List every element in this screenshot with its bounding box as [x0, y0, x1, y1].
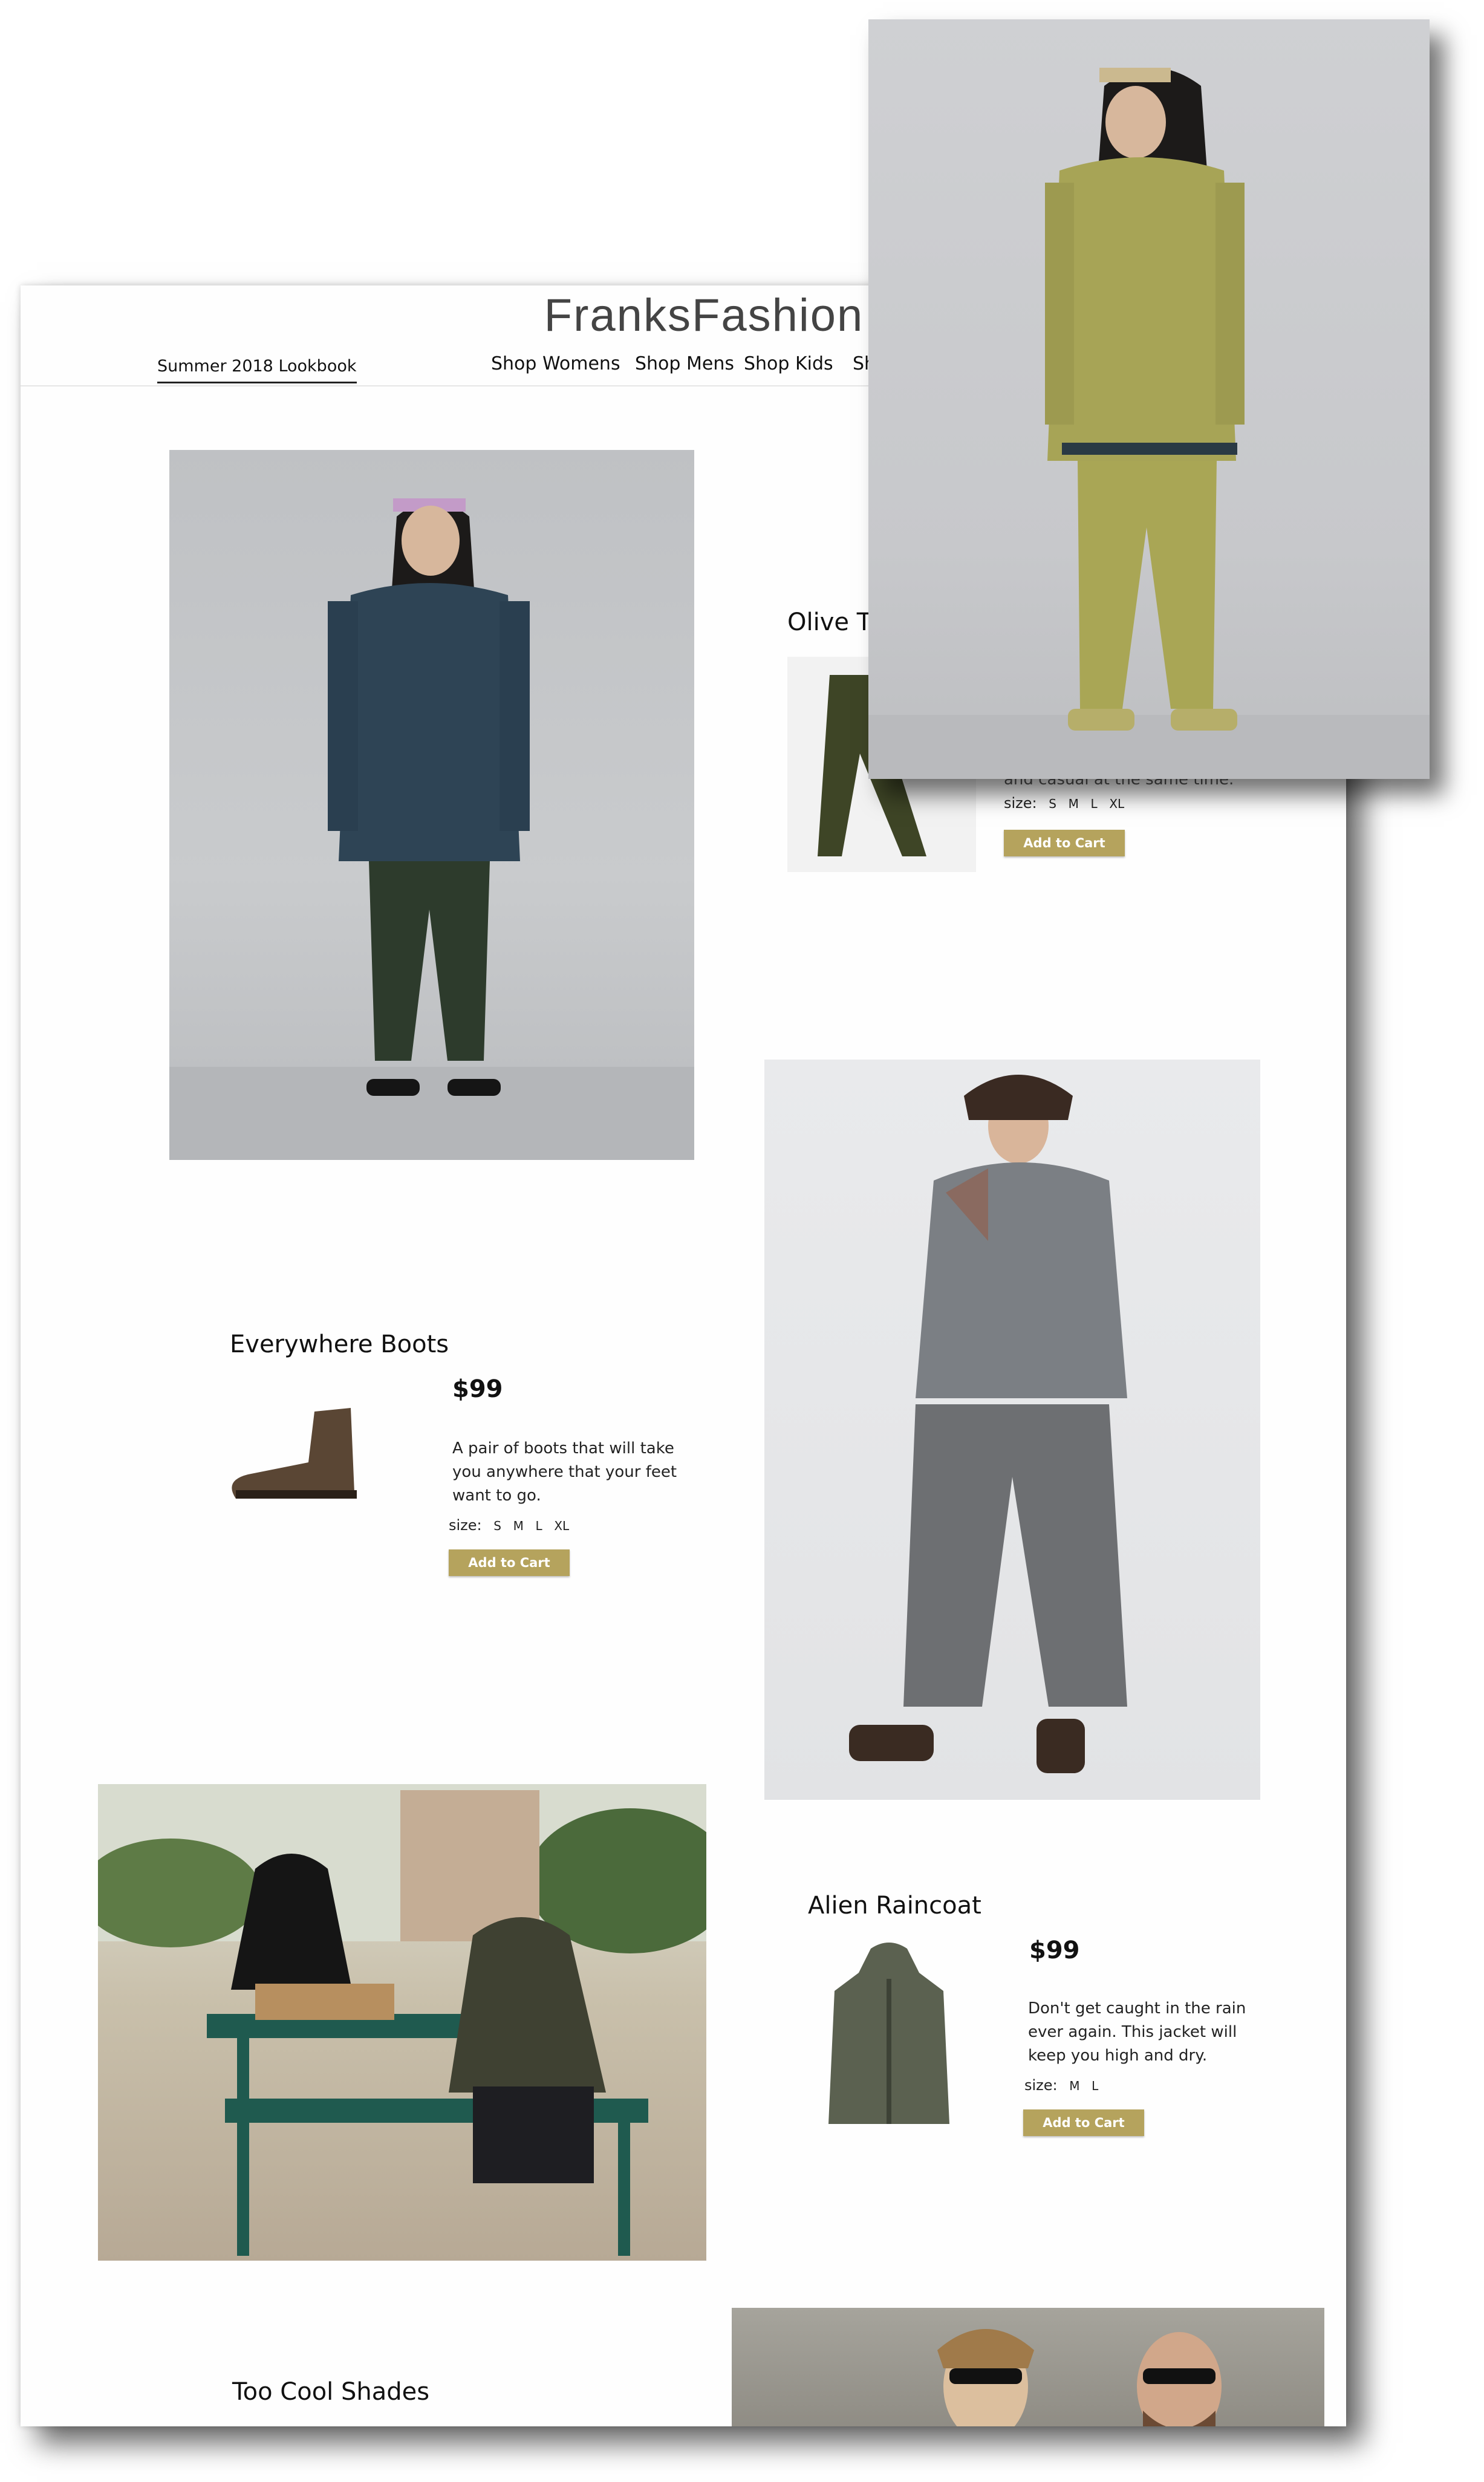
size-label: size: — [449, 1517, 482, 1534]
desc-line: you anywhere that your feet — [452, 1463, 677, 1481]
desc-line: Don't get caught in the rain — [1028, 1999, 1246, 2018]
product-price-raincoat: $99 — [1029, 1936, 1080, 1964]
product-title-shades[interactable]: Too Cool Shades — [232, 2378, 429, 2406]
product-desc-boots: A pair of boots that will take you anywh… — [452, 1437, 677, 1508]
size-option-m[interactable]: M — [513, 1519, 524, 1533]
product-thumb-raincoat[interactable] — [828, 1943, 949, 2145]
product-title-raincoat[interactable]: Alien Raincoat — [808, 1892, 981, 1920]
model-figure-puffer — [849, 1075, 1127, 1773]
product-price-boots: $99 — [452, 1375, 503, 1403]
product-thumb-boots[interactable] — [224, 1399, 364, 1512]
add-to-cart-button-olive[interactable]: Add to Cart — [1004, 830, 1125, 856]
product-title-boots[interactable]: Everywhere Boots — [230, 1331, 449, 1358]
size-option-m[interactable]: M — [1069, 2079, 1079, 2093]
add-to-cart-button-raincoat[interactable]: Add to Cart — [1023, 2109, 1144, 2136]
size-option-xl[interactable]: XL — [1109, 796, 1124, 811]
desc-line: keep you high and dry. — [1028, 2047, 1208, 2065]
site-logo[interactable]: FranksFashion — [516, 289, 891, 342]
nav-summer-lookbook[interactable]: Summer 2018 Lookbook — [157, 357, 357, 383]
desc-line: want to go. — [452, 1487, 541, 1505]
boot-image — [232, 1408, 357, 1499]
product-title-olive[interactable]: Olive Tr — [787, 608, 878, 636]
nav-shop-mens[interactable]: Shop Mens — [635, 353, 734, 374]
bench-scene — [98, 1784, 706, 2256]
overlay-photo-olive-outfit[interactable] — [868, 19, 1430, 779]
add-to-cart-button-boots[interactable]: Add to Cart — [449, 1549, 570, 1576]
model-figure-olive — [868, 68, 1430, 779]
size-option-s[interactable]: S — [493, 1519, 501, 1533]
lookbook-photo-shades — [732, 2308, 1324, 2426]
size-option-l[interactable]: L — [1092, 2079, 1098, 2093]
model-figure-navy — [169, 498, 694, 1160]
size-option-s[interactable]: S — [1049, 796, 1056, 811]
size-option-m[interactable]: M — [1069, 796, 1079, 811]
lookbook-photo-navy-outfit — [169, 450, 694, 1160]
size-selector-boots: size: S M L XL — [449, 1517, 569, 1534]
shades-scene — [937, 2329, 1222, 2426]
size-option-l[interactable]: L — [1091, 796, 1098, 811]
size-label: size: — [1024, 2077, 1058, 2094]
size-selector-olive: size: S M L XL — [1004, 795, 1124, 812]
desc-line: A pair of boots that will take — [452, 1439, 674, 1458]
nav-shop-kids[interactable]: Shop Kids — [744, 353, 833, 374]
size-label: size: — [1004, 795, 1037, 812]
size-selector-raincoat: size: M L — [1024, 2077, 1098, 2094]
lookbook-photo-grey-puffer — [764, 1060, 1260, 1800]
nav-shop-womens[interactable]: Shop Womens — [491, 353, 620, 374]
product-desc-raincoat: Don't get caught in the rain ever again.… — [1028, 1997, 1246, 2068]
size-option-l[interactable]: L — [536, 1519, 542, 1533]
lookbook-photo-bench — [98, 1784, 706, 2261]
size-option-xl[interactable]: XL — [554, 1519, 569, 1533]
raincoat-image — [828, 1943, 949, 2124]
desc-line: ever again. This jacket will — [1028, 2023, 1237, 2041]
